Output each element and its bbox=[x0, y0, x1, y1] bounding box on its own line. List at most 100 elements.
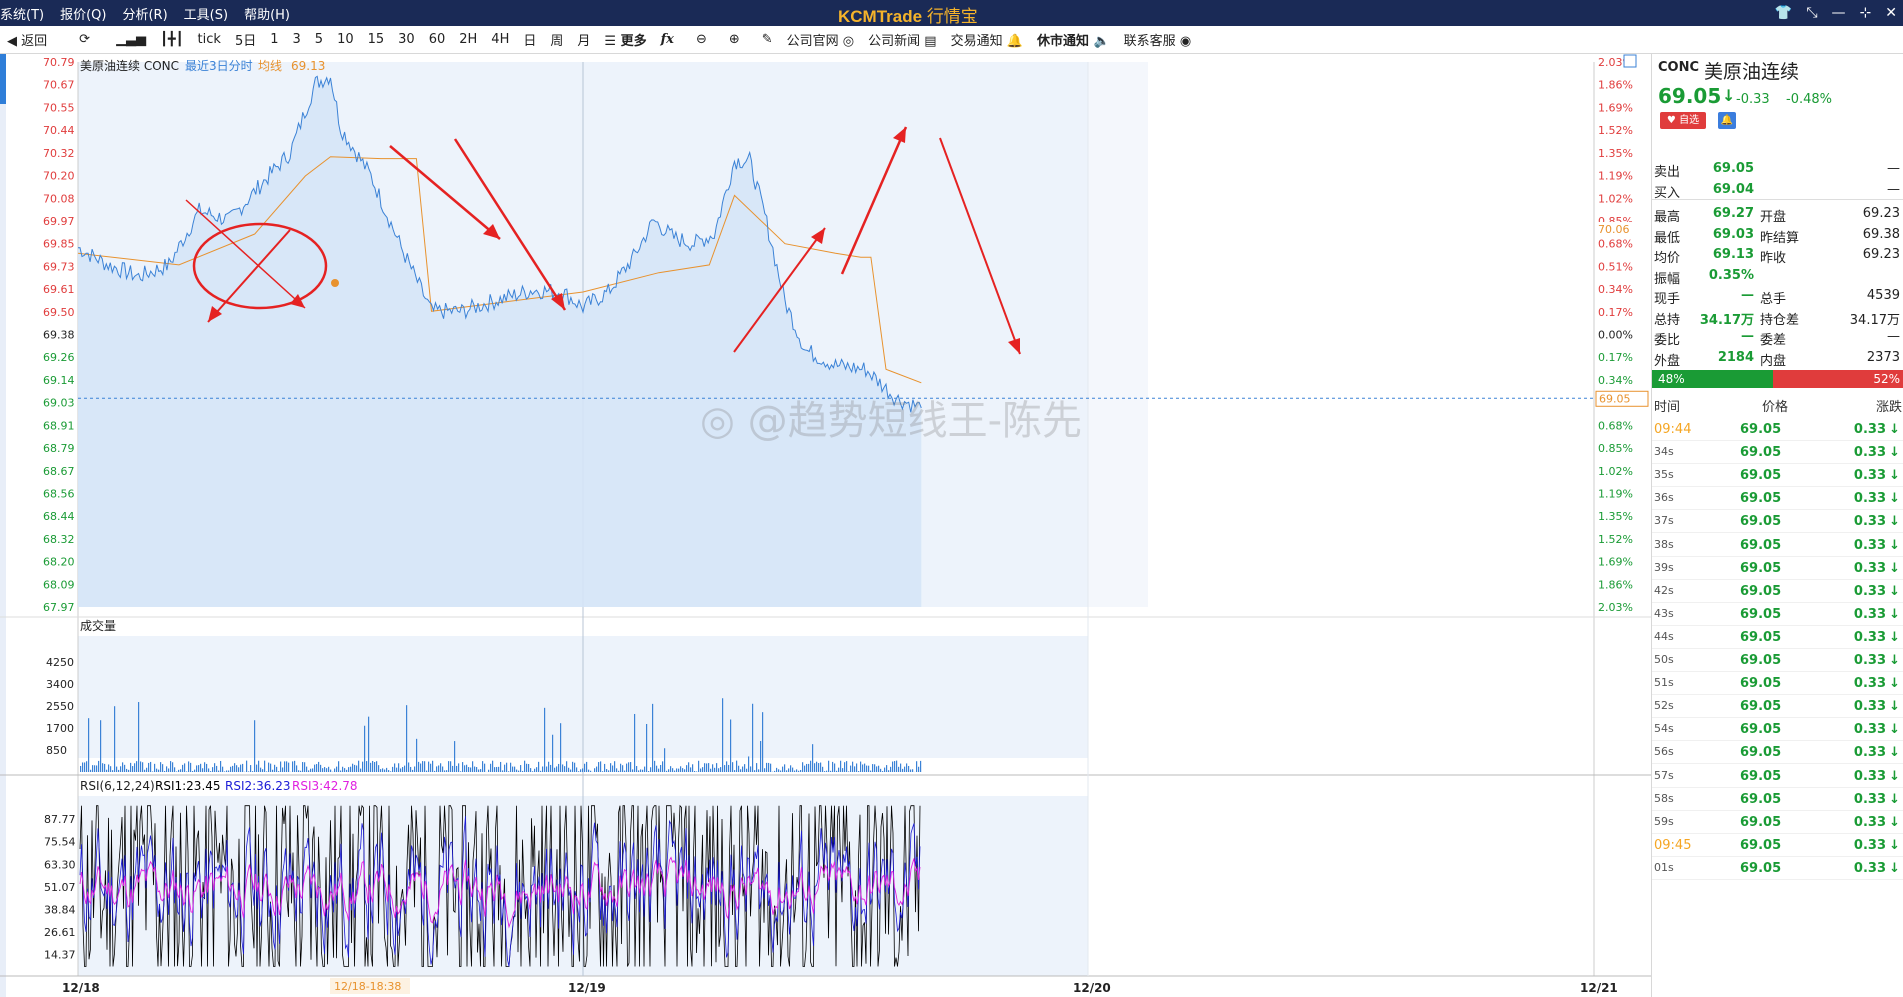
shirt-icon[interactable]: 👕 bbox=[1775, 5, 1792, 21]
period-tick[interactable]: tick bbox=[191, 32, 228, 47]
down-arrow-icon: ↓ bbox=[1889, 653, 1900, 668]
period-60[interactable]: 60 bbox=[422, 32, 453, 47]
alert-bell-icon[interactable]: 🔔 bbox=[1718, 112, 1736, 129]
formula-icon[interactable]: fx bbox=[654, 32, 681, 47]
volume-bar bbox=[104, 763, 106, 772]
restore-icon[interactable]: ⊹ bbox=[1860, 5, 1872, 21]
pct-tick-label: 1.86% bbox=[1598, 578, 1633, 591]
volume-bar bbox=[640, 769, 642, 772]
volume-bar bbox=[454, 741, 456, 772]
refresh-icon[interactable]: ⟳ bbox=[72, 32, 97, 47]
volume-bar bbox=[690, 767, 692, 772]
volume-bar bbox=[860, 761, 862, 772]
volume-bar bbox=[906, 763, 908, 772]
period-15[interactable]: 15 bbox=[361, 32, 392, 47]
zoom-in-icon[interactable]: ⊕ bbox=[722, 32, 747, 47]
zoom-out-icon[interactable]: ⊖ bbox=[689, 32, 714, 47]
link-holiday-notice[interactable]: 休市通知 🔈 bbox=[1030, 30, 1117, 49]
chart-area[interactable]: 70.79 70.67 70.55 70.44 70.32 70.20 70.08 69.97… bbox=[0, 54, 1651, 997]
tick-price: 69.05 bbox=[1740, 514, 1782, 530]
link-customer-service[interactable]: 联系客服 ◉ bbox=[1117, 30, 1199, 49]
volume-bar bbox=[218, 770, 220, 772]
shrink-icon[interactable]: ⤡ bbox=[1806, 5, 1817, 21]
volume-bar bbox=[578, 771, 580, 772]
volume-bar bbox=[500, 761, 502, 772]
quote-row-label: 振幅 bbox=[1654, 271, 1681, 287]
close-icon[interactable]: ✕ bbox=[1885, 5, 1897, 21]
period-5[interactable]: 5 bbox=[308, 32, 330, 47]
period-month[interactable]: 月 bbox=[570, 30, 597, 49]
volume-bar bbox=[482, 761, 484, 772]
volume-bar bbox=[498, 766, 500, 772]
back-button[interactable]: ◀ 返回 bbox=[0, 30, 54, 49]
volume-bar bbox=[246, 760, 248, 772]
volume-bar bbox=[634, 713, 636, 772]
volume-bar bbox=[658, 768, 660, 772]
quote-row-value2: — bbox=[1887, 181, 1900, 197]
volume-bar bbox=[428, 761, 430, 772]
menu-system[interactable]: 系统(T) bbox=[0, 4, 44, 23]
add-favorite-button[interactable]: ♥ 自选 bbox=[1660, 112, 1706, 129]
volume-bar bbox=[820, 762, 822, 772]
volume-bar bbox=[490, 763, 492, 772]
volume-bar bbox=[726, 761, 728, 772]
volume-bar bbox=[708, 763, 710, 772]
menu-tools[interactable]: 工具(S) bbox=[184, 4, 228, 23]
draw-pen-icon[interactable]: ✎ bbox=[755, 32, 780, 47]
menu-help[interactable]: 帮助(H) bbox=[244, 4, 290, 23]
volume-bar bbox=[362, 761, 364, 772]
link-trade-notice[interactable]: 交易通知 🔔 bbox=[944, 30, 1030, 49]
tick-time: 44s bbox=[1654, 629, 1674, 643]
period-5d[interactable]: 5日 bbox=[228, 30, 263, 49]
volume-bar bbox=[98, 760, 100, 772]
volume-bar bbox=[662, 761, 664, 772]
pct-axis-right: 2.03% 1.86% 1.69% 1.52% 1.35% 1.19% 1.02% 0.85%… bbox=[1598, 56, 1633, 614]
period-week[interactable]: 周 bbox=[543, 30, 570, 49]
volume-bar bbox=[202, 768, 204, 772]
volume-bar bbox=[742, 766, 744, 772]
link-company-news[interactable]: 公司新闻 ▤ bbox=[861, 30, 943, 49]
period-3[interactable]: 3 bbox=[286, 32, 308, 47]
period-30[interactable]: 30 bbox=[391, 32, 422, 47]
menu-analysis[interactable]: 分析(R) bbox=[122, 4, 167, 23]
tick-row: 39s 69.05 0.33 ↓ bbox=[1652, 557, 1903, 580]
volume-bar bbox=[554, 767, 556, 772]
volume-bar bbox=[106, 769, 108, 772]
more-button[interactable]: ☰ 更多 bbox=[597, 30, 653, 49]
volume-bar bbox=[142, 762, 144, 772]
volume-bar bbox=[392, 766, 394, 772]
volume-bar bbox=[152, 771, 154, 772]
panel-toggle-icon[interactable] bbox=[1623, 54, 1637, 68]
pct-tick-label: 0.68% bbox=[1598, 238, 1633, 251]
tick-time: 43s bbox=[1654, 606, 1674, 620]
volume-bar bbox=[118, 769, 120, 772]
bar-chart-icon[interactable]: ▁▃▅ bbox=[109, 32, 153, 47]
period-4h[interactable]: 4H bbox=[484, 32, 516, 47]
tick-row: 38s 69.05 0.33 ↓ bbox=[1652, 534, 1903, 557]
quote-code: CONC bbox=[1658, 60, 1700, 75]
rsi-tick-label: 63.30 bbox=[44, 858, 76, 871]
period-10[interactable]: 10 bbox=[330, 32, 361, 47]
menu-quote[interactable]: 报价(Q) bbox=[60, 4, 106, 23]
minimize-icon[interactable]: — bbox=[1832, 5, 1846, 21]
link-company-site[interactable]: 公司官网 ◎ bbox=[780, 30, 862, 49]
rsi-title: RSI(6,12,24) bbox=[80, 779, 155, 793]
volume-bar bbox=[184, 763, 186, 772]
tick-row: 51s 69.05 0.33 ↓ bbox=[1652, 672, 1903, 696]
candlestick-icon[interactable]: ┃╋┃ bbox=[153, 32, 190, 47]
quote-row-value: — bbox=[1741, 329, 1754, 344]
tick-price: 69.05 bbox=[1740, 445, 1782, 461]
tick-time: 50s bbox=[1654, 653, 1674, 666]
period-2h[interactable]: 2H bbox=[452, 32, 484, 47]
volume-bar bbox=[310, 768, 312, 772]
quote-row: 外盘 2184 内盘 2373 bbox=[1652, 348, 1903, 369]
volume-bar bbox=[548, 761, 550, 772]
volume-bar bbox=[882, 771, 884, 772]
period-day[interactable]: 日 bbox=[516, 30, 543, 49]
volume-bar bbox=[586, 761, 588, 772]
volume-bar bbox=[730, 719, 732, 772]
volume-bar bbox=[522, 770, 524, 772]
volume-bar bbox=[918, 766, 920, 772]
period-1[interactable]: 1 bbox=[263, 32, 285, 47]
title-bar: 系统(T) 报价(Q) 分析(R) 工具(S) 帮助(H) KCMTrade 行… bbox=[0, 0, 1903, 26]
